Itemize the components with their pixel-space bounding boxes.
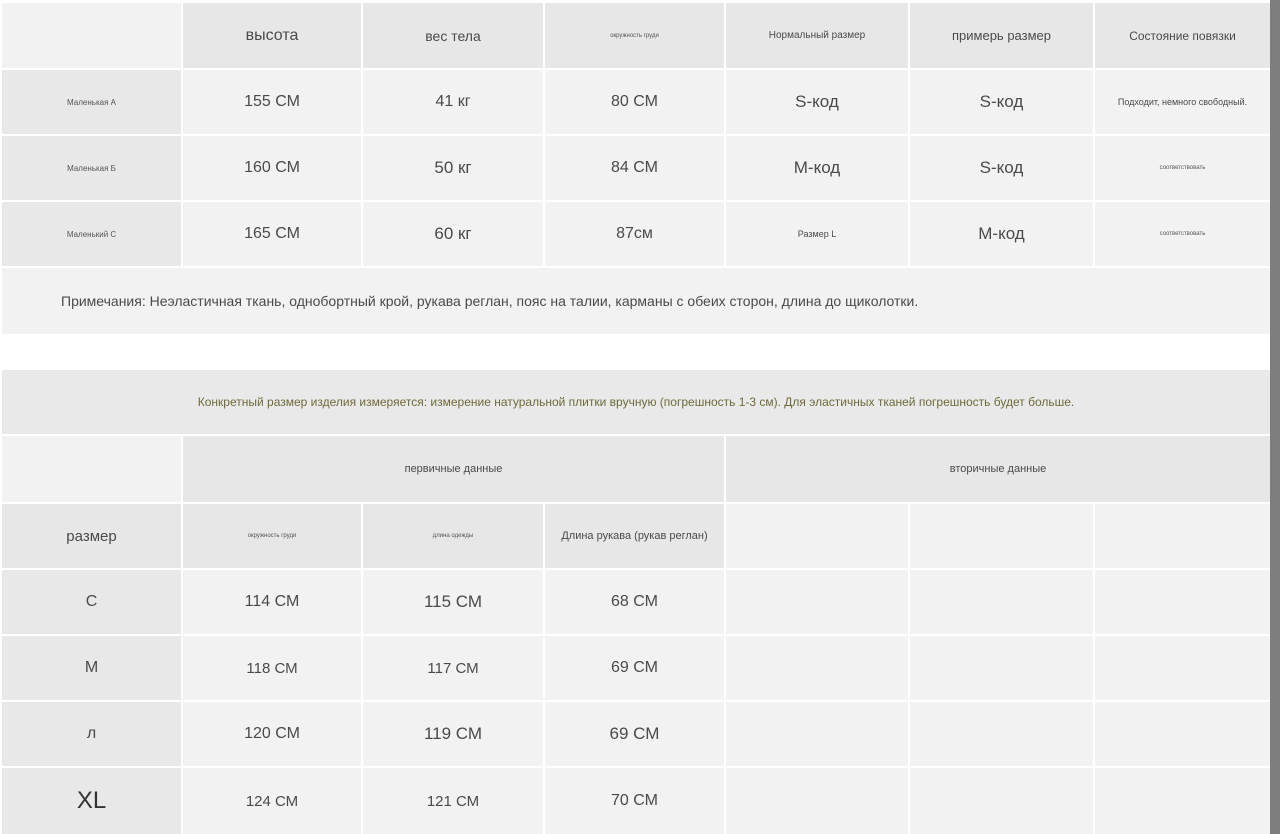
empty-cell	[726, 570, 908, 634]
table-cell: 160 СМ	[183, 136, 361, 200]
empty-cell	[726, 504, 908, 568]
header-chest: окружность груди	[545, 3, 724, 68]
table-cell: Размер L	[726, 202, 908, 266]
table-cell: 121 СМ	[363, 768, 543, 834]
empty-cell	[1095, 768, 1270, 834]
header-empty-cell	[2, 3, 181, 68]
table-cell: 118 СМ	[183, 636, 361, 700]
header-size: размер	[2, 504, 181, 568]
table-cell: 41 кг	[363, 70, 543, 134]
table-cell: 68 СМ	[545, 570, 724, 634]
table-cell: соответствовать	[1095, 202, 1270, 266]
table-cell: М-код	[726, 136, 908, 200]
row-label: Маленький С	[2, 202, 181, 266]
empty-cell	[910, 636, 1093, 700]
size-label: М	[2, 636, 181, 700]
measurement-banner: Конкретный размер изделия измеряется: из…	[2, 370, 1270, 434]
table-cell: S-код	[910, 136, 1093, 200]
table-cell: 124 СМ	[183, 768, 361, 834]
table-cell: 117 СМ	[363, 636, 543, 700]
empty-cell	[726, 768, 908, 834]
row-label: Маленькая А	[2, 70, 181, 134]
header-height: высота	[183, 3, 361, 68]
table-cell: 69 СМ	[545, 636, 724, 700]
header-garment-length: длина одежды	[363, 504, 543, 568]
group-empty-cell	[2, 436, 181, 502]
size-label: л	[2, 702, 181, 766]
table-note: Примечания: Неэластичная ткань, одноборт…	[2, 268, 1270, 334]
table-cell: 114 СМ	[183, 570, 361, 634]
empty-cell	[910, 504, 1093, 568]
header-sleeve-length: Длина рукава (рукав реглан)	[545, 504, 724, 568]
group-secondary-data: вторичные данные	[726, 436, 1270, 502]
empty-cell	[910, 768, 1093, 834]
table-cell: 155 СМ	[183, 70, 361, 134]
table-cell: соответствовать	[1095, 136, 1270, 200]
table-cell: 120 СМ	[183, 702, 361, 766]
size-label: С	[2, 570, 181, 634]
table-cell: 87см	[545, 202, 724, 266]
empty-cell	[1095, 570, 1270, 634]
table-cell: 84 СМ	[545, 136, 724, 200]
empty-cell	[1095, 702, 1270, 766]
table-cell: 80 СМ	[545, 70, 724, 134]
table-cell: М-код	[910, 202, 1093, 266]
table-cell: 165 СМ	[183, 202, 361, 266]
header-normal-size: Нормальный размер	[726, 3, 908, 68]
row-label: Маленькая Б	[2, 136, 181, 200]
empty-cell	[910, 702, 1093, 766]
header-fit-state: Состояние повязки	[1095, 3, 1270, 68]
table-cell: 70 СМ	[545, 768, 724, 834]
table-cell: 50 кг	[363, 136, 543, 200]
table-cell: 119 СМ	[363, 702, 543, 766]
header-body-weight: вес тела	[363, 3, 543, 68]
page-edge-bar	[1270, 0, 1280, 834]
empty-cell	[1095, 636, 1270, 700]
empty-cell	[726, 702, 908, 766]
table-cell: 60 кг	[363, 202, 543, 266]
table-cell: Подходит, немного свободный.	[1095, 70, 1270, 134]
empty-cell	[726, 636, 908, 700]
table-cell: S-код	[910, 70, 1093, 134]
table-cell: 115 СМ	[363, 570, 543, 634]
group-primary-data: первичные данные	[183, 436, 724, 502]
table-cell: S-код	[726, 70, 908, 134]
table-cell: 69 СМ	[545, 702, 724, 766]
size-label: XL	[2, 768, 181, 834]
empty-cell	[910, 570, 1093, 634]
empty-cell	[1095, 504, 1270, 568]
header-try-size: примерь размер	[910, 3, 1093, 68]
header-chest: окружность груди	[183, 504, 361, 568]
